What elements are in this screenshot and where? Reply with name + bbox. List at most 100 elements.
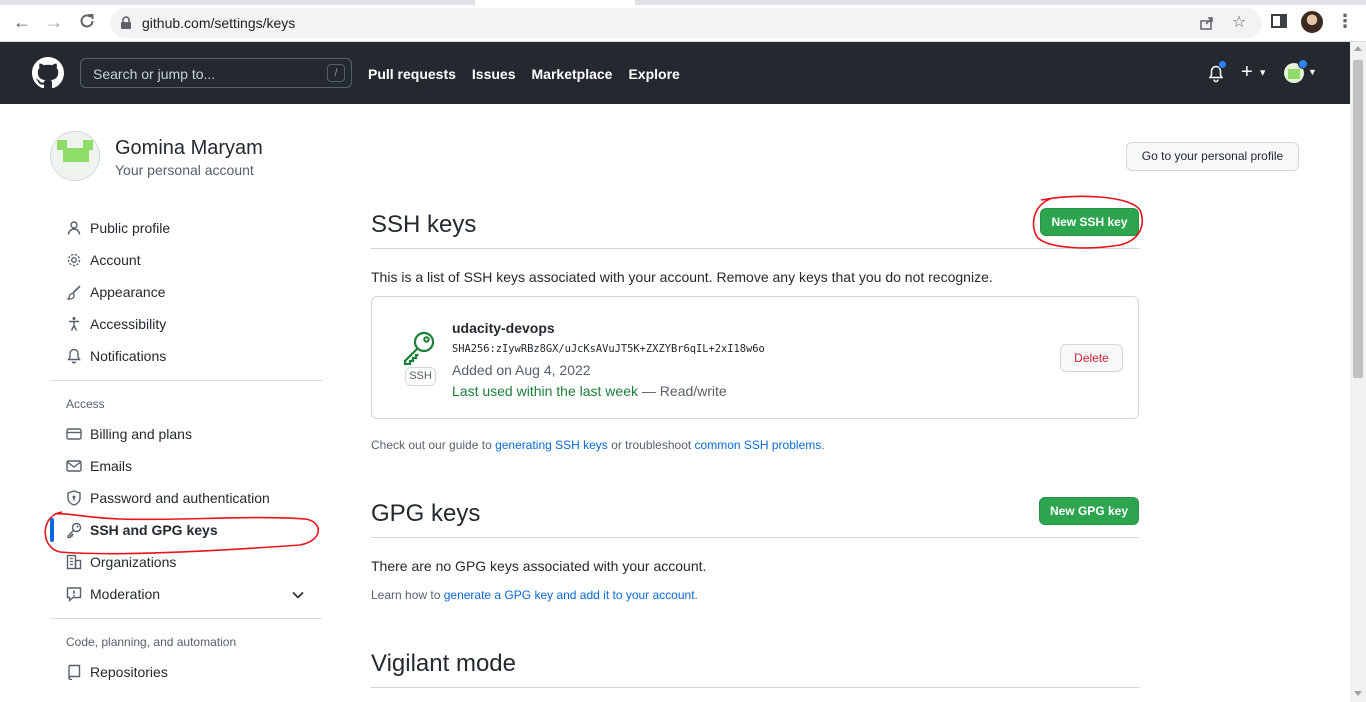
scroll-down-arrow-icon[interactable] bbox=[1354, 691, 1362, 696]
sidebar-divider bbox=[50, 380, 322, 381]
organization-icon bbox=[66, 554, 82, 570]
ssh-keys-heading: SSH keys bbox=[371, 211, 477, 238]
nav-marketplace[interactable]: Marketplace bbox=[532, 66, 613, 82]
search-shortcut-badge: / bbox=[327, 64, 345, 82]
gear-icon bbox=[66, 252, 82, 268]
kebab-menu-icon[interactable]: ⋮ bbox=[1336, 10, 1354, 32]
sidebar-item-emails[interactable]: Emails bbox=[66, 455, 132, 477]
status-dot bbox=[1298, 59, 1308, 69]
new-ssh-key-button[interactable]: New SSH key bbox=[1040, 208, 1139, 236]
ssh-guide-text: Check out our guide to generating SSH ke… bbox=[371, 438, 825, 452]
url-text[interactable]: github.com/settings/keys bbox=[142, 15, 295, 31]
lock-icon bbox=[121, 16, 131, 29]
paintbrush-icon bbox=[66, 284, 82, 300]
selected-indicator bbox=[50, 518, 54, 542]
active-tab[interactable] bbox=[475, 0, 635, 5]
go-to-profile-button[interactable]: Go to your personal profile bbox=[1126, 142, 1299, 171]
user-avatar-menu[interactable]: ▼ bbox=[1284, 59, 1318, 84]
forward-arrow-icon[interactable]: → bbox=[44, 12, 64, 32]
sidebar-item-notifications[interactable]: Notifications bbox=[66, 345, 166, 367]
new-gpg-key-button[interactable]: New GPG key bbox=[1039, 497, 1139, 525]
learn-suffix: . bbox=[694, 588, 698, 602]
key-last-used: Last used within the last week — Read/wr… bbox=[452, 383, 727, 399]
sidebar-divider bbox=[50, 618, 322, 619]
sidebar-item-label: Repositories bbox=[90, 664, 168, 680]
key-icon bbox=[403, 331, 435, 365]
sidebar-item-label: Billing and plans bbox=[90, 426, 192, 442]
sidebar-item-label: Moderation bbox=[90, 586, 161, 602]
page-scrollbar[interactable] bbox=[1350, 42, 1366, 702]
share-icon[interactable] bbox=[1198, 14, 1216, 32]
bell-icon[interactable] bbox=[1208, 60, 1227, 83]
nav-explore[interactable]: Explore bbox=[628, 66, 679, 82]
sidebar-item-label: Appearance bbox=[90, 284, 166, 300]
section-divider bbox=[371, 537, 1139, 538]
sidebar-item-moderation[interactable]: Moderation bbox=[66, 583, 160, 605]
address-bar[interactable]: github.com/settings/keys ☆ bbox=[110, 8, 1262, 38]
header-nav: Pull requests Issues Marketplace Explore bbox=[368, 66, 696, 82]
sidebar-item-label: Password and authentication bbox=[90, 490, 270, 506]
side-panel-icon[interactable] bbox=[1271, 14, 1287, 28]
sidebar-item-organizations[interactable]: Organizations bbox=[66, 551, 176, 573]
search-placeholder: Search or jump to... bbox=[93, 66, 216, 82]
sidebar-item-label: Account bbox=[90, 252, 141, 268]
sidebar-item-ssh-gpg-keys[interactable]: SSH and GPG keys bbox=[66, 519, 218, 541]
common-ssh-problems-link[interactable]: common SSH problems bbox=[695, 438, 822, 452]
key-icon bbox=[66, 522, 82, 538]
sidebar-item-label: Notifications bbox=[90, 348, 167, 364]
sidebar-item-public-profile[interactable]: Public profile bbox=[66, 217, 170, 239]
section-divider bbox=[371, 687, 1139, 688]
sidebar-heading-code: Code, planning, and automation bbox=[66, 635, 237, 649]
sidebar-heading-access: Access bbox=[66, 397, 105, 411]
generate-gpg-key-link[interactable]: generate a GPG key and add it to your ac… bbox=[444, 588, 695, 602]
person-icon bbox=[66, 220, 82, 236]
bell-icon bbox=[66, 348, 82, 364]
scroll-up-arrow-icon[interactable] bbox=[1354, 46, 1362, 51]
credit-card-icon bbox=[66, 426, 82, 442]
guide-suffix: . bbox=[821, 438, 825, 452]
sidebar-item-repositories[interactable]: Repositories bbox=[66, 661, 168, 683]
accessibility-icon bbox=[66, 316, 82, 332]
back-arrow-icon[interactable]: ← bbox=[12, 12, 32, 32]
sidebar-item-label: Organizations bbox=[90, 554, 177, 570]
notification-dot bbox=[1218, 60, 1227, 69]
nav-pull-requests[interactable]: Pull requests bbox=[368, 66, 456, 82]
browser-toolbar: ← → github.com/settings/keys ☆ ⋮ bbox=[0, 0, 1366, 42]
sidebar-item-label: Accessibility bbox=[90, 316, 167, 332]
account-subtitle: Your personal account bbox=[115, 162, 254, 178]
avatar[interactable] bbox=[50, 131, 100, 181]
key-added-date: Added on Aug 4, 2022 bbox=[452, 362, 591, 378]
sidebar-item-label: Public profile bbox=[90, 220, 171, 236]
nav-issues[interactable]: Issues bbox=[472, 66, 516, 82]
sidebar-item-accessibility[interactable]: Accessibility bbox=[66, 313, 166, 335]
chevron-down-icon[interactable] bbox=[291, 588, 305, 602]
repo-icon bbox=[66, 664, 82, 680]
delete-key-button[interactable]: Delete bbox=[1060, 344, 1123, 372]
sidebar-item-password-auth[interactable]: Password and authentication bbox=[66, 487, 270, 509]
sidebar-item-billing[interactable]: Billing and plans bbox=[66, 423, 192, 445]
sidebar-item-appearance[interactable]: Appearance bbox=[66, 281, 166, 303]
vigilant-mode-heading: Vigilant mode bbox=[371, 650, 516, 677]
key-last-used-text: Last used within the last week bbox=[452, 383, 638, 399]
github-header: Search or jump to... / Pull requests Iss… bbox=[0, 42, 1350, 104]
reload-icon[interactable] bbox=[77, 12, 97, 32]
mail-icon bbox=[66, 458, 82, 474]
star-icon[interactable]: ☆ bbox=[1230, 14, 1248, 32]
plus-icon: + bbox=[1241, 61, 1253, 83]
profile-icon[interactable] bbox=[1301, 11, 1323, 33]
key-title: udacity-devops bbox=[452, 320, 555, 336]
generating-ssh-keys-link[interactable]: generating SSH keys bbox=[495, 438, 608, 452]
shield-lock-icon bbox=[66, 490, 82, 506]
scrollbar-thumb[interactable] bbox=[1353, 60, 1363, 378]
create-new-menu[interactable]: + ▼ bbox=[1241, 62, 1267, 83]
tab-strip bbox=[0, 0, 1366, 5]
ssh-description: This is a list of SSH keys associated wi… bbox=[371, 269, 993, 285]
sidebar-item-label: Emails bbox=[90, 458, 133, 474]
gpg-learn-text: Learn how to generate a GPG key and add … bbox=[371, 588, 698, 602]
guide-mid: or troubleshoot bbox=[607, 438, 695, 452]
sidebar-item-account[interactable]: Account bbox=[66, 249, 141, 271]
search-input[interactable]: Search or jump to... / bbox=[80, 58, 352, 88]
account-name[interactable]: Gomina Maryam bbox=[115, 137, 263, 160]
github-logo-icon[interactable] bbox=[32, 57, 64, 89]
gpg-empty-text: There are no GPG keys associated with yo… bbox=[371, 558, 707, 574]
